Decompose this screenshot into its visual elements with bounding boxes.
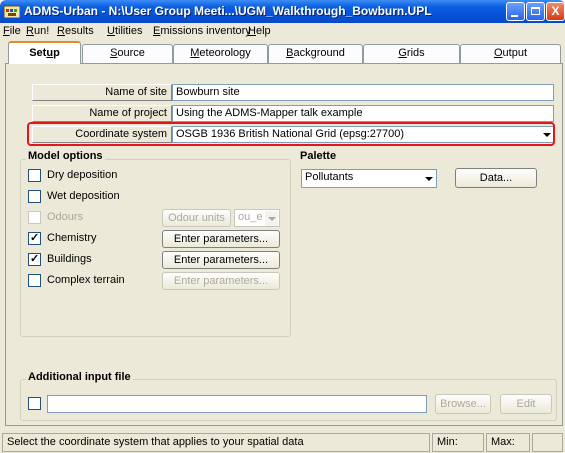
wet-deposition-label: Wet deposition [47,190,120,202]
status-message: Select the coordinate system that applie… [2,433,430,452]
complex-terrain-enter-parameters-button: Enter parameters... [162,272,280,290]
maximize-button[interactable] [526,2,545,21]
palette-dropdown-button[interactable] [422,171,435,186]
status-min: Min: [432,433,484,452]
buildings-label: Buildings [47,253,92,265]
check-mark-icon: ✓ [30,253,40,265]
chemistry-enter-parameters-button[interactable]: Enter parameters... [162,230,280,248]
close-icon: X [551,4,560,18]
coordinate-system-highlight [27,122,555,146]
menu-utilities[interactable]: Utilities [107,25,142,37]
browse-button: Browse... [435,394,491,414]
additional-input-checkbox[interactable] [28,397,41,410]
model-options-group [20,159,291,337]
chemistry-label: Chemistry [47,232,97,244]
project-name-input[interactable]: Using the ADMS-Mapper talk example [172,105,554,122]
minimize-button[interactable] [506,2,525,21]
tab-setup[interactable]: Setup [8,41,81,64]
status-max: Max: [486,433,530,452]
wet-deposition-checkbox[interactable] [28,190,41,203]
status-bar: Select the coordinate system that applie… [0,426,565,453]
minimize-icon [511,15,518,17]
palette-select[interactable]: Pollutants [301,169,437,188]
palette-data-button[interactable]: Data... [455,168,537,188]
setup-panel: Name of site Bowburn site Name of projec… [5,63,563,426]
chevron-down-icon [268,217,276,221]
model-options-title: Model options [26,150,105,162]
tab-output[interactable]: Output [460,44,561,63]
complex-terrain-checkbox[interactable] [28,274,41,287]
odours-label: Odours [47,211,84,223]
buildings-checkbox[interactable]: ✓ [28,253,41,266]
palette-value: Pollutants [305,171,354,183]
status-extra-pane [532,433,563,452]
palette-title: Palette [300,150,337,162]
complex-terrain-label: Complex terrain [47,274,125,286]
tab-grids[interactable]: Grids [363,44,460,63]
dry-deposition-label: Dry deposition [47,169,118,181]
menu-help[interactable]: Help [248,25,271,37]
chevron-down-icon [425,177,433,181]
check-mark-icon: ✓ [30,232,40,244]
odour-units-select: ou_e [234,209,280,227]
tab-strip: Setup Source Meteorology Background Grid… [5,41,563,64]
menu-bar: File Run! Results Utilities Emissions in… [0,23,565,41]
additional-input-title: Additional input file [26,371,133,383]
additional-input-path[interactable] [47,395,427,413]
chemistry-checkbox[interactable]: ✓ [28,232,41,245]
site-name-input[interactable]: Bowburn site [172,84,554,101]
tab-source[interactable]: Source [82,44,173,63]
edit-button: Edit [500,394,552,414]
dry-deposition-checkbox[interactable] [28,169,41,182]
tab-background[interactable]: Background [268,44,363,63]
site-name-label: Name of site [32,84,172,101]
close-button[interactable]: X [546,2,565,21]
buildings-enter-parameters-button[interactable]: Enter parameters... [162,251,280,269]
title-bar: ADMS-Urban - N:\User Group Meeti...\UGM_… [0,0,565,23]
window-title: ADMS-Urban - N:\User Group Meeti...\UGM_… [24,4,432,18]
menu-run[interactable]: Run! [26,25,49,37]
odour-units-button: Odour units [162,209,231,227]
app-icon [4,5,20,18]
odour-units-value: ou_e [238,211,263,223]
odour-units-dropdown-button [265,211,278,226]
maximize-icon [531,7,540,15]
menu-file[interactable]: File [3,25,21,37]
tab-meteorology[interactable]: Meteorology [173,44,268,63]
menu-emissions-inventory[interactable]: Emissions inventory [153,25,251,37]
client-area: Setup Source Meteorology Background Grid… [0,41,565,453]
odours-checkbox [28,211,41,224]
project-name-label: Name of project [32,105,172,122]
menu-results[interactable]: Results [57,25,94,37]
